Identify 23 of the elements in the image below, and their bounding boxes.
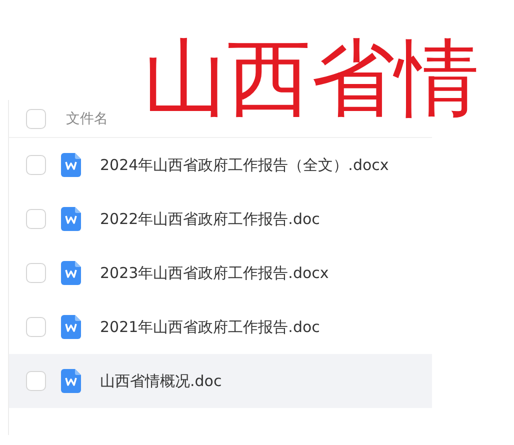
file-name[interactable]: 2022年山西省政府工作报告.doc <box>100 210 320 228</box>
word-document-icon <box>61 369 81 393</box>
checkbox[interactable] <box>26 209 46 229</box>
word-document-icon <box>61 261 81 285</box>
checkbox[interactable] <box>26 108 46 128</box>
file-name[interactable]: 2024年山西省政府工作报告（全文）.docx <box>100 156 389 174</box>
file-row[interactable]: 2021年山西省政府工作报告.doc <box>9 300 432 354</box>
column-header: 文件名 <box>66 110 108 128</box>
checkbox[interactable] <box>26 371 46 391</box>
word-document-icon <box>61 207 81 231</box>
file-name[interactable]: 山西省情概况.doc <box>100 372 222 390</box>
file-row[interactable]: 2024年山西省政府工作报告（全文）.docx <box>9 138 432 192</box>
file-name[interactable]: 2021年山西省政府工作报告.doc <box>100 318 320 336</box>
title: 山西省情 <box>143 36 479 120</box>
word-document-icon <box>61 153 81 177</box>
file-row[interactable]: 山西省情概况.doc <box>9 354 432 408</box>
file-row[interactable]: 2023年山西省政府工作报告.docx <box>9 246 432 300</box>
checkbox[interactable] <box>26 263 46 283</box>
checkbox[interactable] <box>26 317 46 337</box>
word-document-icon <box>61 315 81 339</box>
file-name[interactable]: 2023年山西省政府工作报告.docx <box>100 264 329 282</box>
file-row[interactable]: 2022年山西省政府工作报告.doc <box>9 192 432 246</box>
checkbox[interactable] <box>26 155 46 175</box>
